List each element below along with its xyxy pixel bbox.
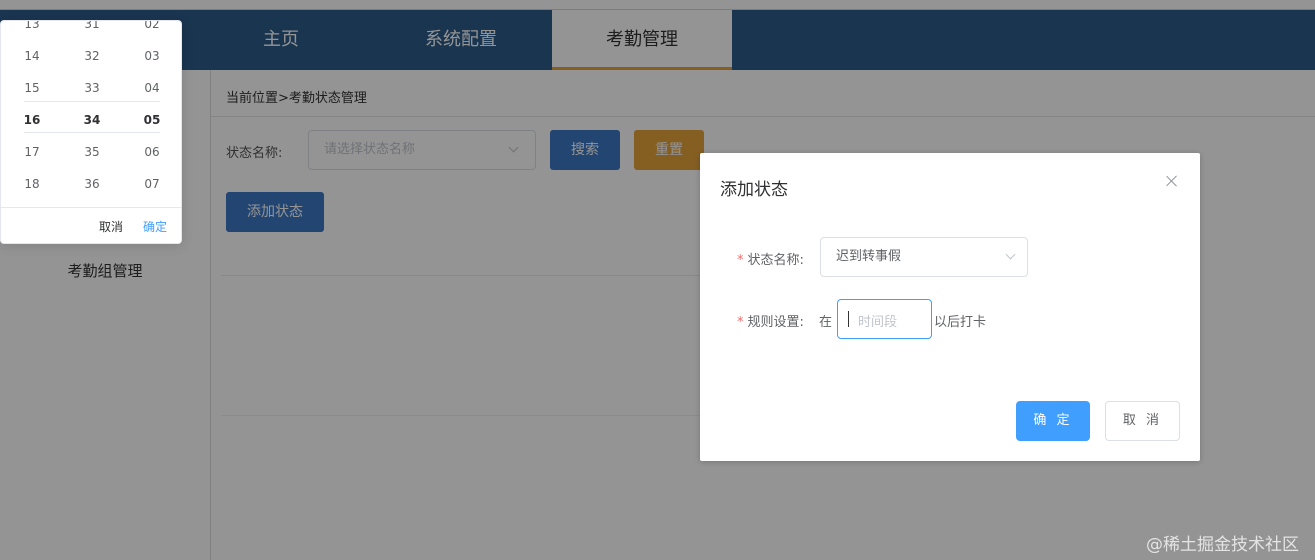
hour-option[interactable]: 14 (7, 49, 57, 63)
watermark: @稀土掘金技术社区 (1146, 535, 1299, 555)
time-picker-selection-top-line (24, 101, 160, 102)
hour-option[interactable]: 13 (7, 21, 57, 31)
time-period-placeholder: 时间段 (858, 315, 898, 330)
status-name-field-label-text: 状态名称: (747, 253, 804, 268)
minute-option[interactable]: 36 (67, 177, 117, 191)
time-picker-footer-divider (1, 207, 181, 208)
confirm-button[interactable]: 确 定 (1016, 401, 1090, 441)
chevron-down-icon (1005, 249, 1016, 260)
status-name-dialog-select-value: 迟到转事假 (836, 249, 902, 264)
hour-option[interactable]: 15 (7, 81, 57, 95)
second-option-selected[interactable]: 05 (127, 113, 177, 127)
second-option[interactable]: 06 (127, 145, 177, 159)
second-option[interactable]: 04 (127, 81, 177, 95)
add-status-dialog: 添加状态 * 状态名称: 迟到转事假 * 规则设置: 在 时间段 以后打卡 确 定 … (700, 153, 1200, 461)
time-picker-selection-bottom-line (24, 132, 160, 133)
close-icon[interactable] (1163, 172, 1181, 190)
minute-option[interactable]: 35 (67, 145, 117, 159)
rule-field-label-text: 规则设置: (747, 315, 804, 330)
cancel-button[interactable]: 取 消 (1105, 401, 1180, 441)
hour-option-selected[interactable]: 16 (7, 113, 57, 127)
time-picker-panel: 13 14 15 16 17 18 31 32 33 34 35 36 02 0… (0, 20, 182, 244)
minute-option-selected[interactable]: 34 (67, 113, 117, 127)
required-asterisk: * (737, 315, 744, 330)
hour-option[interactable]: 18 (7, 177, 57, 191)
minute-option[interactable]: 32 (67, 49, 117, 63)
minute-option[interactable]: 33 (67, 81, 117, 95)
second-option[interactable]: 03 (127, 49, 177, 63)
hour-option[interactable]: 17 (7, 145, 57, 159)
rule-prefix-text: 在 (819, 315, 833, 330)
minute-option[interactable]: 31 (67, 21, 117, 31)
status-name-dialog-select[interactable]: 迟到转事假 (820, 237, 1028, 277)
second-option[interactable]: 02 (127, 21, 177, 31)
required-asterisk: * (737, 253, 744, 268)
time-period-input[interactable]: 时间段 (837, 299, 932, 339)
dialog-title: 添加状态 (720, 180, 788, 200)
text-caret (848, 311, 849, 327)
rule-suffix-text: 以后打卡 (934, 315, 987, 330)
time-picker-confirm-button[interactable]: 确定 (143, 218, 167, 235)
status-name-field-label: * 状态名称: (737, 249, 804, 268)
rule-field-label: * 规则设置: (737, 311, 804, 330)
time-picker-cancel-button[interactable]: 取消 (99, 218, 123, 235)
second-option[interactable]: 07 (127, 177, 177, 191)
